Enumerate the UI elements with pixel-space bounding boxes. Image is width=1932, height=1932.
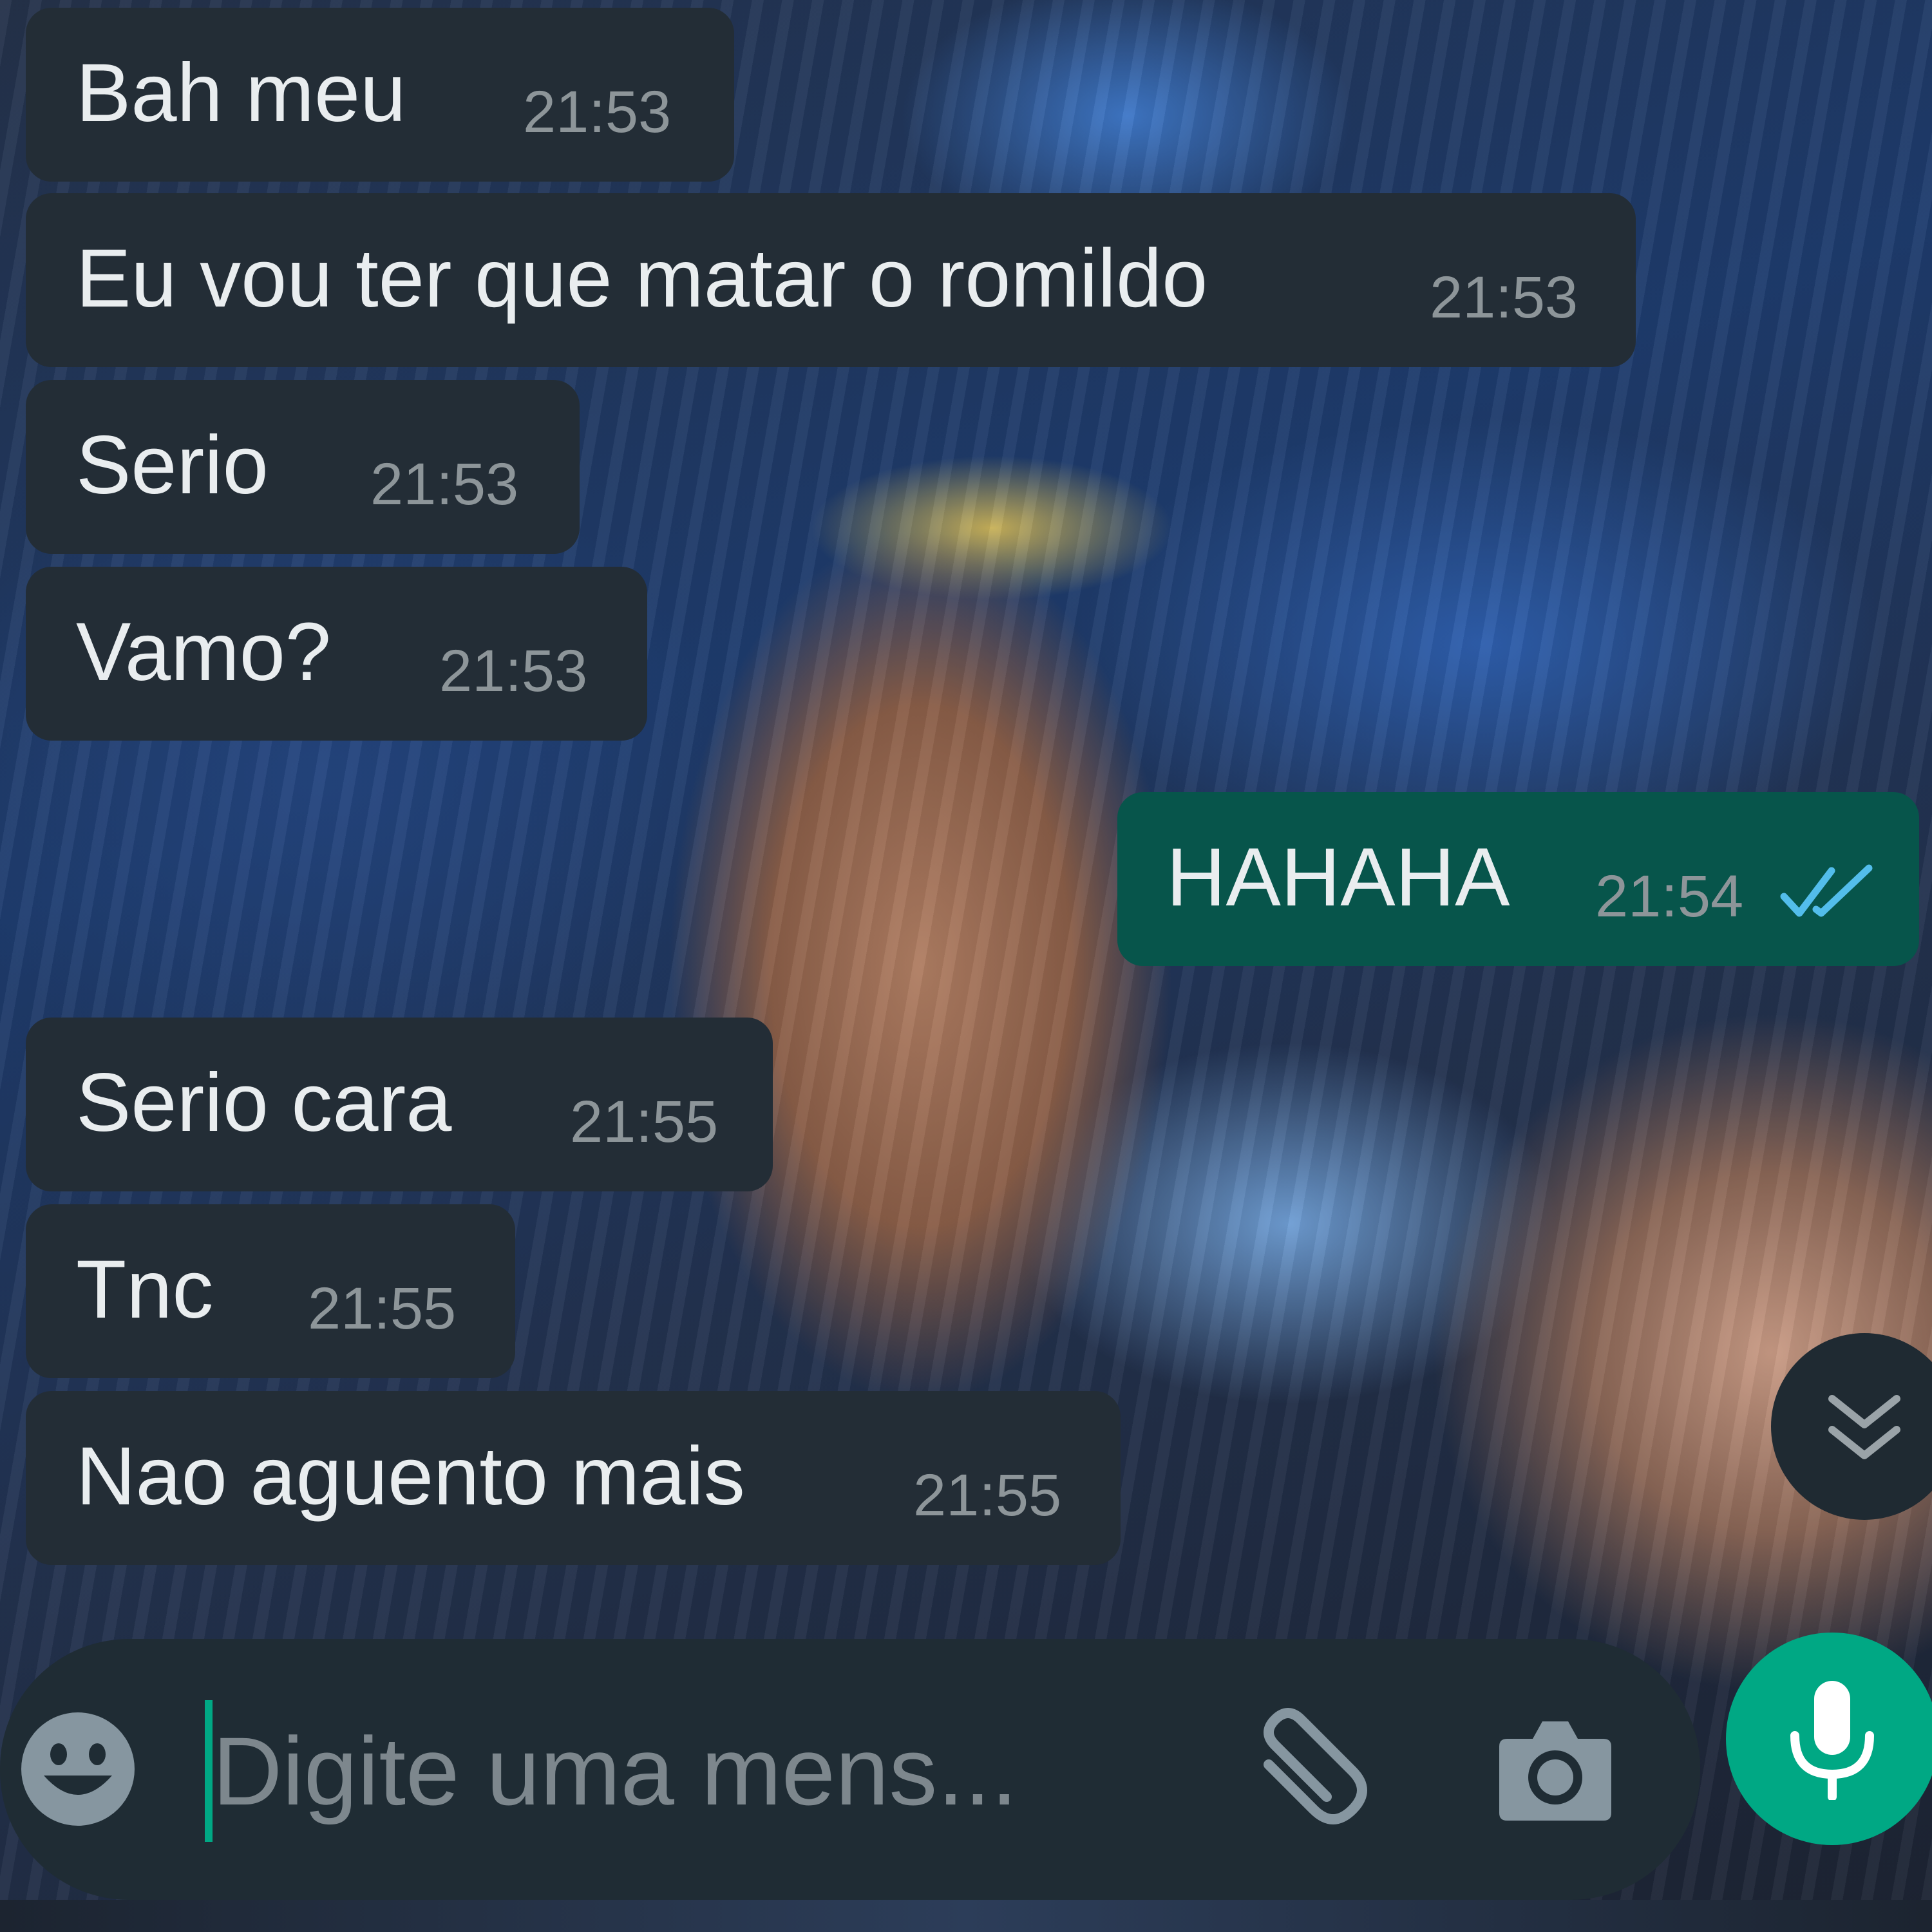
message-text: Tnc xyxy=(76,1244,214,1336)
message-text: HAHAHA xyxy=(1166,831,1510,923)
message-composer xyxy=(0,1639,1700,1900)
message-bubble-incoming[interactable]: Serio 21:53 xyxy=(26,380,580,554)
message-time: 21:54 xyxy=(1595,864,1744,929)
message-time: 21:53 xyxy=(370,451,519,517)
message-bubble-incoming[interactable]: Vamo? 21:53 xyxy=(26,567,647,741)
bottom-edge xyxy=(0,1900,1932,1932)
voice-record-button[interactable] xyxy=(1726,1633,1932,1845)
microphone-icon xyxy=(1790,1681,1874,1800)
message-bubble-incoming[interactable]: Bah meu 21:53 xyxy=(26,8,734,182)
message-bubble-outgoing[interactable]: HAHAHA 21:54 xyxy=(1117,792,1919,966)
message-bubble-incoming[interactable]: Tnc 21:55 xyxy=(26,1204,515,1378)
message-text: Nao aguento mais xyxy=(76,1430,745,1522)
message-text: Serio xyxy=(76,419,269,511)
message-text: Eu vou ter que matar o romildo xyxy=(76,232,1208,325)
message-time: 21:55 xyxy=(913,1463,1062,1528)
message-time: 21:55 xyxy=(308,1276,457,1341)
emoji-icon[interactable] xyxy=(17,1708,139,1830)
message-text: Bah meu xyxy=(76,47,406,139)
message-time: 21:55 xyxy=(570,1089,719,1155)
double-check-icon xyxy=(1780,864,1873,917)
message-time: 21:53 xyxy=(1430,265,1578,330)
message-input[interactable] xyxy=(213,1694,1179,1848)
text-cursor xyxy=(205,1700,213,1842)
message-bubble-incoming[interactable]: Serio cara 21:55 xyxy=(26,1018,773,1191)
message-bubble-incoming[interactable]: Eu vou ter que matar o romildo 21:53 xyxy=(26,193,1636,367)
paperclip-icon[interactable] xyxy=(1230,1700,1372,1842)
message-time: 21:53 xyxy=(523,79,672,145)
message-bubble-incoming[interactable]: Nao aguento mais 21:55 xyxy=(26,1391,1121,1565)
message-text: Vamo? xyxy=(76,606,332,698)
message-text: Serio cara xyxy=(76,1057,452,1149)
camera-icon[interactable] xyxy=(1494,1710,1616,1826)
double-chevron-down-icon xyxy=(1828,1395,1900,1459)
message-time: 21:53 xyxy=(439,638,588,704)
